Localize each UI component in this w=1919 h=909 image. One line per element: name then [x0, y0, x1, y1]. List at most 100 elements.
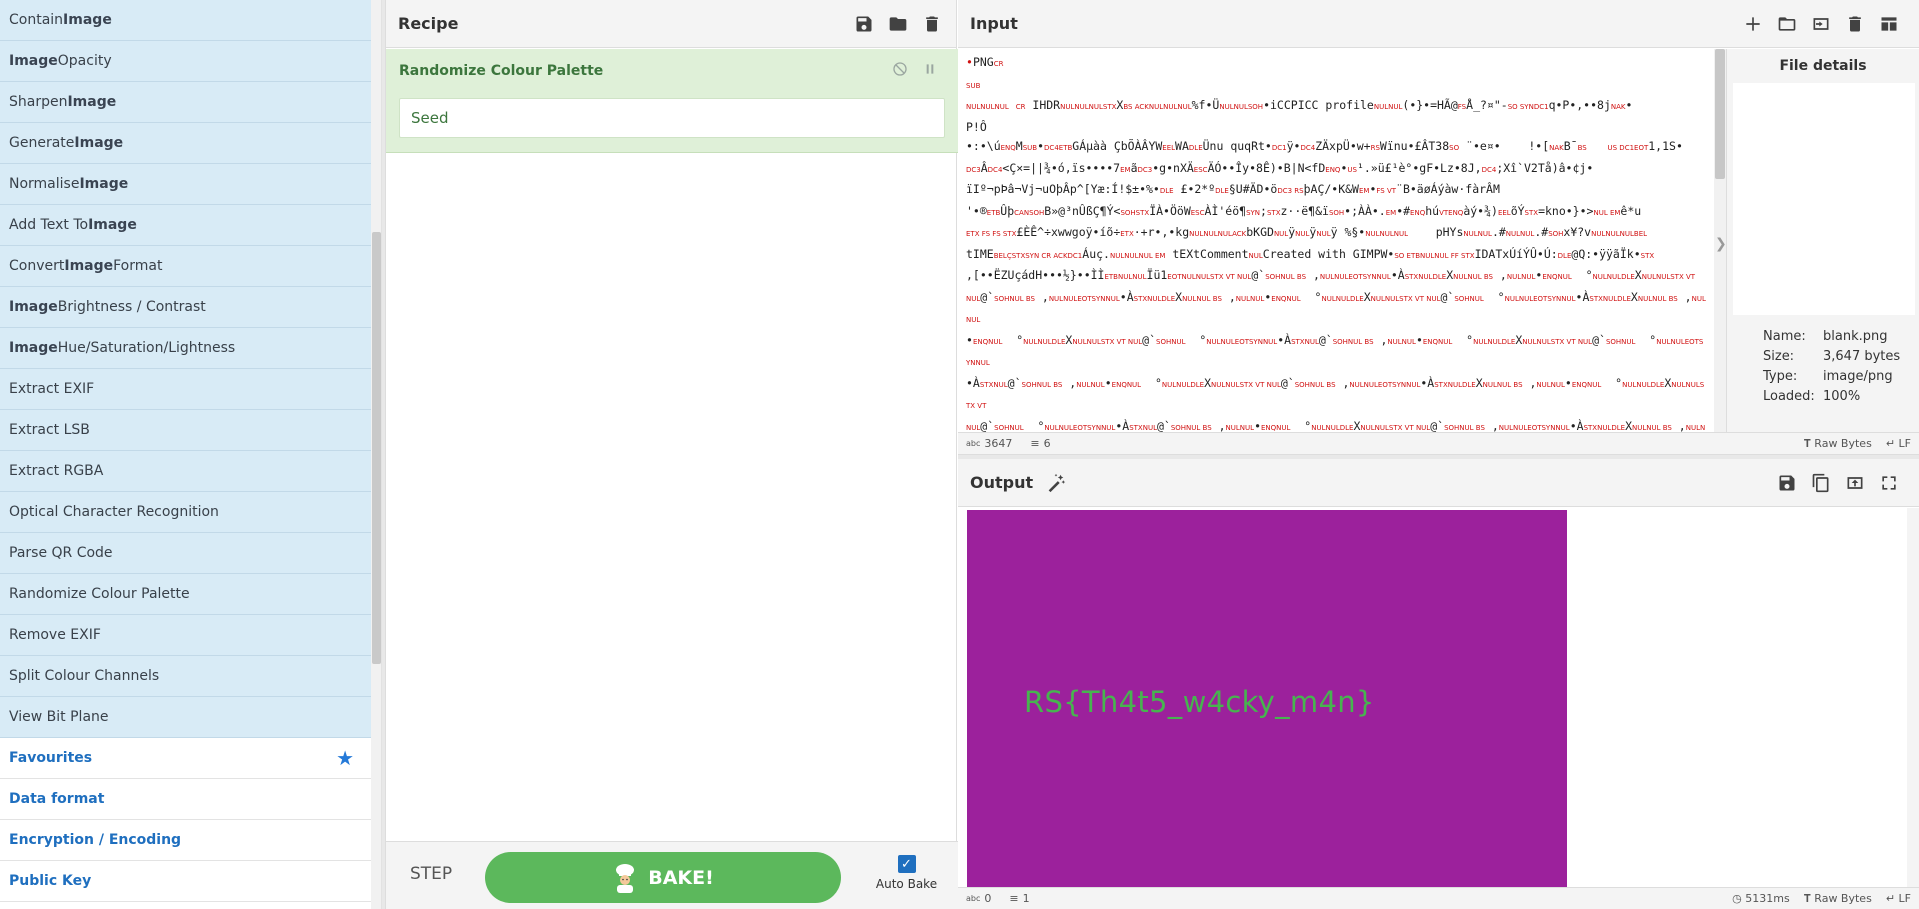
operation-item-label: Image	[9, 299, 58, 315]
file-size-label: Size:	[1763, 349, 1795, 364]
replace-input-with-output-icon[interactable]	[1843, 471, 1867, 495]
operation-item[interactable]: Image Hue/Saturation/Lightness	[0, 328, 371, 369]
input-text-segment: ZÄxpÜ•w+	[1315, 139, 1371, 153]
control-char: ENQNUL	[1542, 273, 1572, 281]
input-text-segment: °	[1300, 289, 1322, 304]
control-char: ENQNUL	[1261, 423, 1291, 432]
output-raw-bytes-selector[interactable]: 𝐓 Raw Bytes	[1804, 892, 1872, 906]
input-text-segment: IDATxÚíÝÛ•Ú:	[1474, 246, 1558, 261]
auto-bake-toggle[interactable]: ✓ Auto Bake	[869, 852, 944, 902]
output-image: RS{Th4t5_w4cky_m4n}	[967, 510, 1567, 890]
category-item-label: Encryption / Encoding	[9, 832, 182, 848]
input-text-segment: ,	[1671, 418, 1686, 433]
operation-item[interactable]: Randomize Colour Palette	[0, 574, 371, 615]
operations-scrollbar[interactable]	[371, 0, 382, 909]
add-input-tab-icon[interactable]	[1741, 12, 1765, 36]
control-char: NULNUL	[1536, 380, 1565, 389]
collapse-file-details-icon[interactable]: ❯	[1715, 236, 1727, 252]
input-scroll-thumb[interactable]	[1715, 49, 1725, 179]
operation-item-label: Randomize Colour Palette	[9, 586, 190, 602]
input-text-segment: pHYs	[1408, 225, 1464, 239]
input-text-line: NUL@`SOHNUL BS ,NULNULEOTSYNNUL•ÀSTXNULD…	[966, 288, 1706, 331]
control-char: STXNULDLE	[1133, 294, 1176, 303]
operation-item-label: Image	[9, 53, 58, 69]
operation-item[interactable]: Sharpen Image	[0, 82, 371, 123]
category-item[interactable]: Data format	[0, 779, 371, 820]
save-output-icon[interactable]	[1775, 471, 1799, 495]
operation-item[interactable]: Optical Character Recognition	[0, 492, 371, 533]
input-text-segment: õÝ	[1510, 203, 1525, 218]
input-text-segment: ·+r•,•kg	[1133, 225, 1190, 239]
open-file-icon[interactable]	[1809, 12, 1833, 36]
input-text-segment: §U#ÄD•ö	[1228, 182, 1278, 196]
control-char: SOHNUL BS	[1265, 273, 1307, 281]
category-item[interactable]: Encryption / Encoding	[0, 820, 371, 861]
input-text-segment: ,[••ËZUçádH•••½}••ÌÌ	[966, 268, 1105, 282]
operation-item[interactable]: Parse QR Code	[0, 533, 371, 574]
recipe-operation-randomize-colour-palette[interactable]: Randomize Colour Palette Seed	[386, 49, 958, 153]
file-preview-thumbnail	[1733, 83, 1915, 315]
file-details-title: File details	[1779, 58, 1867, 74]
operation-item[interactable]: Generate Image	[0, 123, 371, 164]
operation-item[interactable]: Add Text To Image	[0, 205, 371, 246]
operation-item[interactable]: Remove EXIF	[0, 615, 371, 656]
category-item-label: Public Key	[9, 873, 92, 889]
operation-item[interactable]: Convert Image Format	[0, 246, 371, 287]
input-text-segment: Ünu quqRt•	[1202, 139, 1272, 153]
seed-input[interactable]: Seed	[399, 98, 945, 138]
control-char: SOHNUL BS	[994, 294, 1035, 303]
operation-item[interactable]: View Bit Plane	[0, 697, 371, 738]
output-scrollbar[interactable]	[1907, 508, 1919, 887]
input-text-line: •ENQNUL °NULNULDLEXNULNULSTX VT NUL@`SOH…	[966, 331, 1706, 374]
clear-input-trash-icon[interactable]	[1843, 12, 1867, 36]
recipe-title: Recipe	[398, 14, 459, 33]
category-item[interactable]: Favourites ★	[0, 738, 371, 779]
pause-breakpoint-icon[interactable]	[922, 61, 938, 81]
input-raw-bytes-selector[interactable]: 𝐓 Raw Bytes	[1804, 437, 1872, 451]
control-char: DC1	[1271, 144, 1287, 152]
operation-item-label: View Bit Plane	[9, 709, 109, 725]
step-button[interactable]: STEP	[410, 864, 452, 884]
operation-item[interactable]: Image Brightness / Contrast	[0, 287, 371, 328]
magic-wand-icon[interactable]	[1045, 472, 1067, 494]
control-char: SOHNUL	[1454, 294, 1484, 303]
control-char: CANSOH	[1014, 208, 1045, 217]
control-char: NULNULDLE	[1311, 423, 1354, 432]
input-textarea[interactable]: •PNGCR SUB NULNULNUL CR IHDRNULNULNULSTXXB…	[958, 49, 1714, 432]
clear-recipe-trash-icon[interactable]	[920, 12, 944, 36]
control-char: NULNULSTX VT NUL	[1360, 423, 1431, 432]
input-text-line: DC3ÂDC4<Ç×=||¾•ó,ïs••••7EMãDC3•g•nXÄESCÄ…	[966, 159, 1706, 181]
open-folder-icon[interactable]	[1775, 12, 1799, 36]
operation-item-label: Image	[67, 94, 117, 110]
control-char: SOHNUL BS	[1170, 423, 1212, 432]
reset-layout-icon[interactable]	[1877, 12, 1901, 36]
control-char: NUL	[1273, 230, 1289, 238]
input-text-segment: X	[1630, 289, 1638, 304]
save-recipe-icon[interactable]	[852, 12, 876, 36]
category-item[interactable]: Public Key	[0, 861, 371, 902]
auto-bake-checkbox[interactable]: ✓	[897, 855, 916, 873]
operation-item[interactable]: Normalise Image	[0, 164, 371, 205]
control-char: NULNULEOTSYNNUL	[1504, 294, 1576, 303]
operation-item[interactable]: Extract EXIF	[0, 369, 371, 410]
input-eol-selector[interactable]: ↵ LF	[1886, 437, 1911, 450]
control-char: NULNULDLE	[1161, 380, 1205, 389]
load-recipe-folder-icon[interactable]	[886, 12, 910, 36]
bake-button[interactable]: BAKE!	[485, 852, 841, 903]
maximise-output-icon[interactable]	[1877, 471, 1901, 495]
copy-output-icon[interactable]	[1809, 471, 1833, 495]
operation-item[interactable]: Contain Image	[0, 0, 371, 41]
file-size-value: 3,647 bytes	[1823, 349, 1901, 364]
operation-item[interactable]: Extract LSB	[0, 410, 371, 451]
control-char: NULNULDLE	[1023, 337, 1066, 346]
input-text-segment: ;Xî`V2Tå)â•¢j•	[1496, 160, 1594, 175]
input-text-segment: IHDR	[1025, 98, 1061, 112]
operation-item[interactable]: Extract RGBA	[0, 451, 371, 492]
output-eol-selector[interactable]: ↵ LF	[1886, 892, 1911, 905]
disable-operation-icon[interactable]	[892, 61, 908, 81]
operation-item[interactable]: Split Colour Channels	[0, 656, 371, 697]
operation-item[interactable]: Image Opacity	[0, 41, 371, 82]
control-char: NULNULEOTSYNNUL	[1349, 380, 1421, 389]
operations-scroll-thumb[interactable]	[372, 232, 381, 664]
file-details-panel: File details Name: blank.png Size: 3,647 b…	[1726, 49, 1919, 432]
